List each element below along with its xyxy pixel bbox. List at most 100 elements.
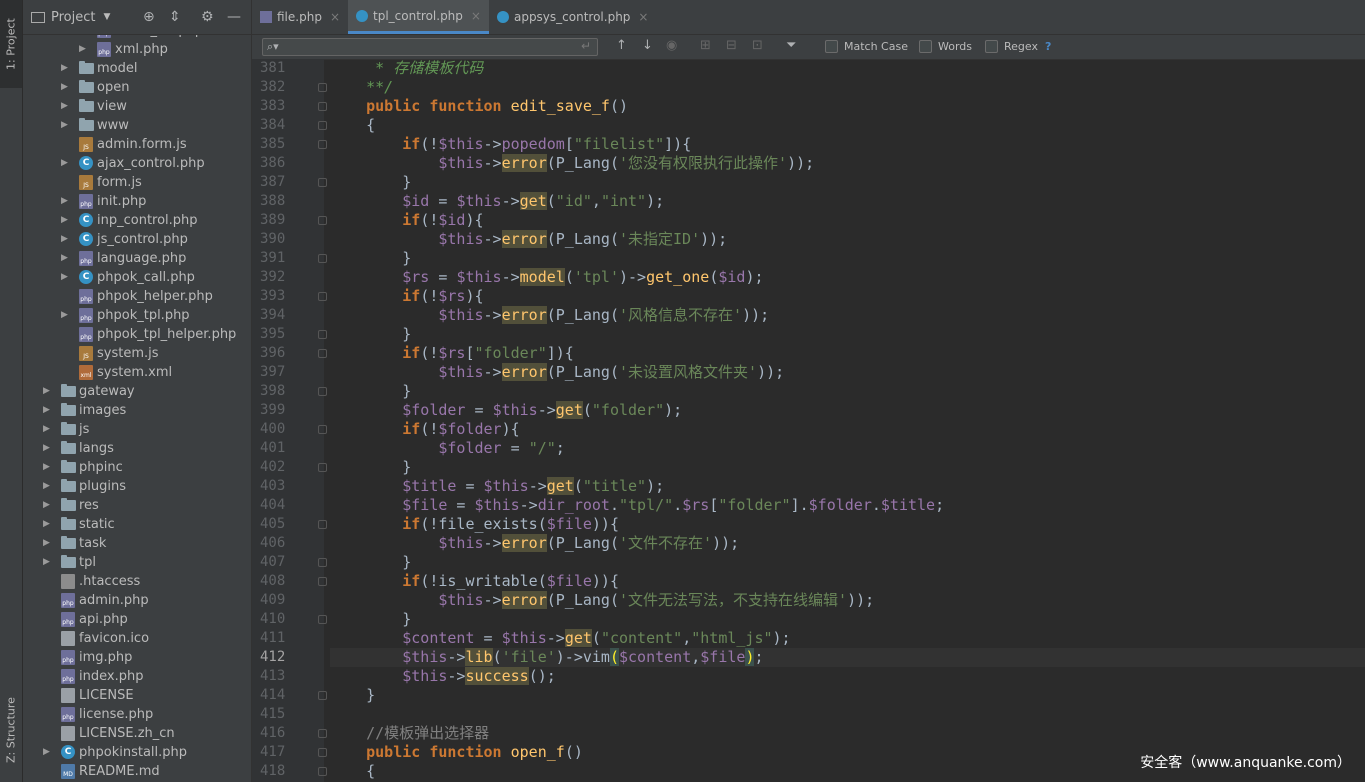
expand-arrow-icon[interactable]: ▶ bbox=[43, 458, 50, 477]
fold-marker-icon[interactable] bbox=[318, 330, 327, 339]
editor-tab[interactable]: tpl_control.php × bbox=[348, 0, 489, 34]
expand-arrow-icon[interactable]: ▶ bbox=[61, 116, 68, 135]
fold-marker-icon[interactable] bbox=[318, 520, 327, 529]
code-line[interactable]: $this->error(P_Lang('您没有权限执行此操作')); bbox=[330, 154, 1365, 173]
tree-file[interactable]: favicon.ico bbox=[23, 629, 251, 648]
tree-file[interactable]: LICENSE bbox=[23, 686, 251, 705]
expand-arrow-icon[interactable]: ▶ bbox=[43, 553, 50, 572]
hide-icon[interactable]: — bbox=[227, 9, 241, 25]
collapse-all-icon[interactable]: ⇕ bbox=[169, 9, 181, 25]
code-view[interactable]: 381 * 存储模板代码 382 **/ 383 public function e… bbox=[252, 59, 1365, 782]
expand-arrow-icon[interactable]: ▶ bbox=[43, 515, 50, 534]
expand-arrow-icon[interactable]: ▶ bbox=[43, 382, 50, 401]
fold-marker-icon[interactable] bbox=[318, 558, 327, 567]
tree-folder[interactable]: ▶ images bbox=[23, 401, 251, 420]
code-line[interactable]: $this->error(P_Lang('未设置风格文件夹')); bbox=[330, 363, 1365, 382]
expand-arrow-icon[interactable]: ▶ bbox=[61, 230, 68, 249]
match-case-label[interactable]: Match Case bbox=[844, 40, 908, 53]
select-occurrences-icon[interactable]: ⊡ bbox=[752, 38, 763, 53]
expand-arrow-icon[interactable]: ▶ bbox=[61, 78, 68, 97]
close-icon[interactable]: × bbox=[330, 10, 340, 24]
expand-arrow-icon[interactable]: ▶ bbox=[61, 268, 68, 287]
code-line[interactable]: $content = $this->get("content","html_js… bbox=[330, 629, 1365, 648]
expand-arrow-icon[interactable]: ▶ bbox=[43, 420, 50, 439]
tree-folder[interactable]: ▶ phpinc bbox=[23, 458, 251, 477]
close-icon[interactable]: × bbox=[471, 9, 481, 23]
tree-folder[interactable]: ▶ www bbox=[23, 116, 251, 135]
fold-marker-icon[interactable] bbox=[318, 216, 327, 225]
search-icon[interactable]: ⌕▾ bbox=[267, 40, 279, 54]
tree-folder[interactable]: ▶ static bbox=[23, 515, 251, 534]
tree-folder[interactable]: ▶ plugins bbox=[23, 477, 251, 496]
code-line[interactable]: public function edit_save_f() bbox=[330, 97, 1365, 116]
tree-file[interactable]: php license.php bbox=[23, 705, 251, 724]
code-line[interactable]: $this->error(P_Lang('未指定ID')); bbox=[330, 230, 1365, 249]
expand-arrow-icon[interactable]: ▶ bbox=[61, 154, 68, 173]
tree-file[interactable]: ▶ php phpok_tpl.php bbox=[23, 306, 251, 325]
fold-marker-icon[interactable] bbox=[318, 577, 327, 586]
tree-file[interactable]: JS form.js bbox=[23, 173, 251, 192]
tree-file[interactable]: php phpok_tpl_helper.php bbox=[23, 325, 251, 344]
expand-arrow-icon[interactable]: ▶ bbox=[61, 59, 68, 78]
code-line[interactable]: $this->success(); bbox=[330, 667, 1365, 686]
tree-folder[interactable]: ▶ res bbox=[23, 496, 251, 515]
fold-marker-icon[interactable] bbox=[318, 387, 327, 396]
select-all-occurrences-icon[interactable]: ◉ bbox=[666, 38, 677, 53]
code-line[interactable]: if(!$this->popedom["filelist"]){ bbox=[330, 135, 1365, 154]
expand-arrow-icon[interactable]: ▶ bbox=[43, 743, 50, 762]
fold-marker-icon[interactable] bbox=[318, 748, 327, 757]
tree-file[interactable]: ▶ Cajax_control.php bbox=[23, 154, 251, 173]
code-line[interactable]: $folder = "/"; bbox=[330, 439, 1365, 458]
code-line[interactable]: } bbox=[330, 610, 1365, 629]
enter-icon[interactable]: ↵ bbox=[581, 39, 591, 53]
code-line[interactable]: { bbox=[330, 116, 1365, 135]
fold-marker-icon[interactable] bbox=[318, 729, 327, 738]
fold-marker-icon[interactable] bbox=[318, 691, 327, 700]
search-input[interactable]: ⌕▾ ↵ bbox=[262, 38, 598, 56]
tree-file[interactable]: ▶ Cinp_control.php bbox=[23, 211, 251, 230]
tree-file[interactable]: ▶ Cphpokinstall.php bbox=[23, 743, 251, 762]
expand-arrow-icon[interactable]: ▶ bbox=[61, 306, 68, 325]
code-line[interactable]: } bbox=[330, 173, 1365, 192]
tree-file[interactable]: php img.php bbox=[23, 648, 251, 667]
code-line[interactable]: } bbox=[330, 249, 1365, 268]
expand-arrow-icon[interactable]: ▶ bbox=[43, 439, 50, 458]
previous-occurrence-icon[interactable]: ↑ bbox=[616, 38, 627, 53]
fold-marker-icon[interactable] bbox=[318, 178, 327, 187]
fold-marker-icon[interactable] bbox=[318, 767, 327, 776]
expand-arrow-icon[interactable]: ▶ bbox=[61, 249, 68, 268]
expand-arrow-icon[interactable]: ▶ bbox=[61, 211, 68, 230]
tree-folder[interactable]: ▶ js bbox=[23, 420, 251, 439]
code-line[interactable]: $this->lib('file')->vim($content,$file); bbox=[330, 648, 1365, 667]
tree-file[interactable]: .htaccess bbox=[23, 572, 251, 591]
structure-tool-tab[interactable]: Z: Structure bbox=[0, 680, 22, 780]
tree-file[interactable]: JS system.js bbox=[23, 344, 251, 363]
project-panel-title[interactable]: Project bbox=[51, 10, 95, 25]
expand-arrow-icon[interactable]: ▶ bbox=[61, 192, 68, 211]
fold-marker-icon[interactable] bbox=[318, 292, 327, 301]
code-line[interactable]: } bbox=[330, 686, 1365, 705]
next-occurrence-icon[interactable]: ↓ bbox=[642, 38, 653, 53]
regex-help-link[interactable]: ? bbox=[1045, 40, 1051, 53]
expand-arrow-icon[interactable]: ▶ bbox=[79, 40, 86, 59]
code-line[interactable]: if(!$folder){ bbox=[330, 420, 1365, 439]
tree-file[interactable]: php phpok_helper.php bbox=[23, 287, 251, 306]
tree-folder[interactable]: ▶ gateway bbox=[23, 382, 251, 401]
code-line[interactable]: $title = $this->get("title"); bbox=[330, 477, 1365, 496]
tree-file[interactable]: ▶ php init.php bbox=[23, 192, 251, 211]
tree-folder[interactable]: ▶ langs bbox=[23, 439, 251, 458]
fold-marker-icon[interactable] bbox=[318, 102, 327, 111]
code-line[interactable]: } bbox=[330, 553, 1365, 572]
fold-marker-icon[interactable] bbox=[318, 121, 327, 130]
editor-tab[interactable]: file.php × bbox=[252, 0, 348, 34]
fold-marker-icon[interactable] bbox=[318, 615, 327, 624]
expand-arrow-icon[interactable]: ▶ bbox=[61, 97, 68, 116]
tree-file[interactable]: ▶ Cphpok_call.php bbox=[23, 268, 251, 287]
add-selection-icon[interactable]: ⊞ bbox=[700, 38, 711, 53]
fold-marker-icon[interactable] bbox=[318, 349, 327, 358]
code-line[interactable]: * 存储模板代码 bbox=[330, 59, 1365, 78]
project-tool-tab[interactable]: 1: Project bbox=[0, 0, 22, 88]
editor-tab[interactable]: appsys_control.php × bbox=[489, 0, 657, 34]
code-line[interactable]: $this->error(P_Lang('风格信息不存在')); bbox=[330, 306, 1365, 325]
tree-folder[interactable]: ▶ model bbox=[23, 59, 251, 78]
